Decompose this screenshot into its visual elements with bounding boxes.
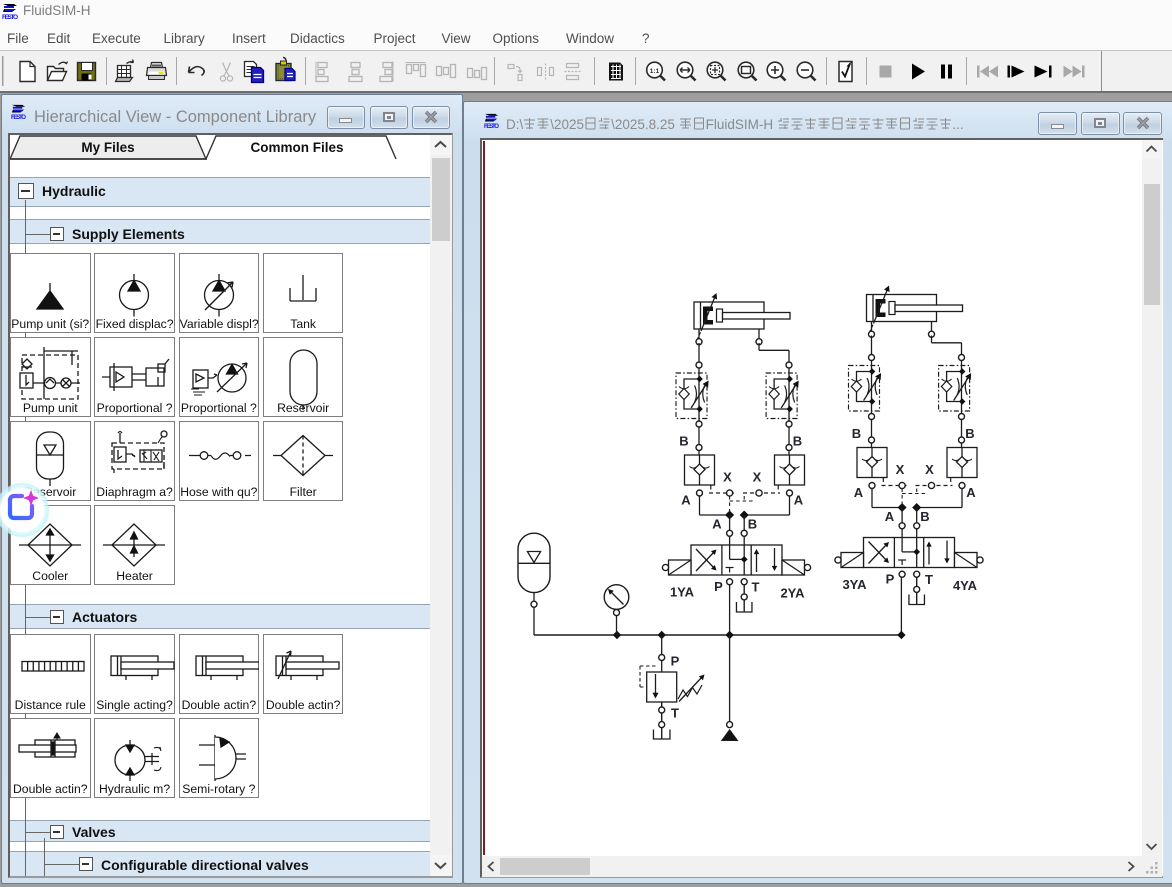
svg-text:X: X [753,470,762,485]
svg-text:P: P [671,654,680,669]
svg-text:P: P [886,572,895,587]
svg-text:2YA: 2YA [780,586,805,601]
svg-text:X: X [925,462,934,477]
svg-text:A: A [966,485,976,500]
svg-text:A: A [885,509,895,524]
svg-text:1YA: 1YA [670,585,695,600]
svg-text:A: A [712,517,722,532]
svg-text:P: P [714,579,723,594]
svg-text:X: X [723,470,732,485]
svg-text:A: A [681,493,691,508]
svg-text:4YA: 4YA [953,578,978,593]
svg-text:A: A [794,493,804,508]
svg-text:B: B [679,434,688,449]
svg-text:B: B [748,517,757,532]
svg-text:B: B [920,509,929,524]
svg-text:T: T [752,580,760,595]
svg-text:T: T [925,572,933,587]
svg-text:B: B [852,426,861,441]
svg-text:3YA: 3YA [842,577,867,592]
svg-text:T: T [671,706,679,721]
svg-text:A: A [854,485,864,500]
svg-text:X: X [896,462,905,477]
svg-text:B: B [793,434,802,449]
svg-text:B: B [965,426,974,441]
